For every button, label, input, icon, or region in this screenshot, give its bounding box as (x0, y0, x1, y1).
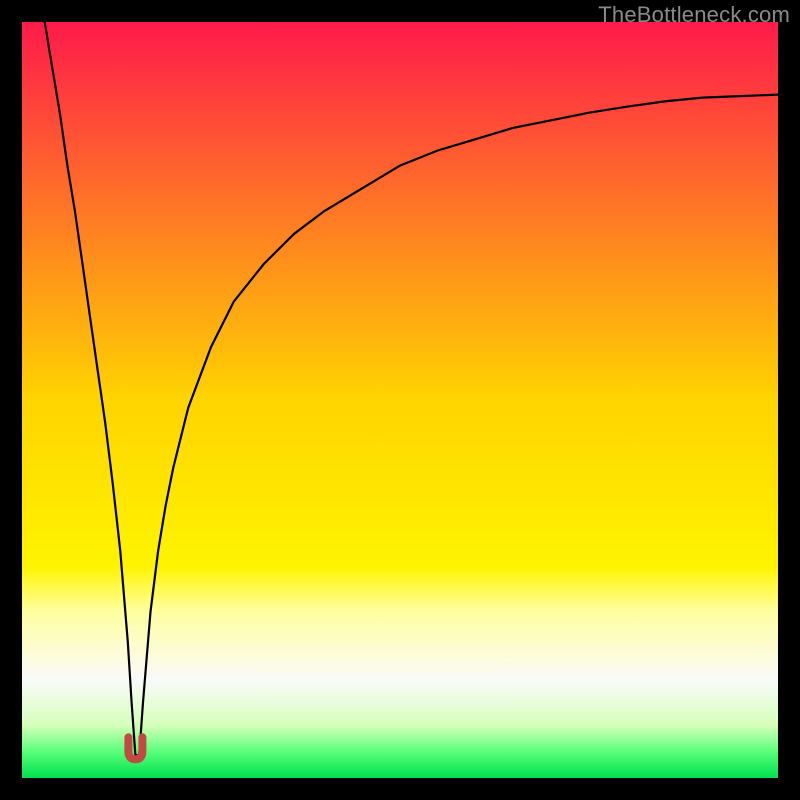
chart-background-gradient (22, 22, 778, 778)
watermark-text: TheBottleneck.com (598, 2, 790, 28)
bottleneck-chart (0, 0, 800, 800)
chart-frame: TheBottleneck.com (0, 0, 800, 800)
